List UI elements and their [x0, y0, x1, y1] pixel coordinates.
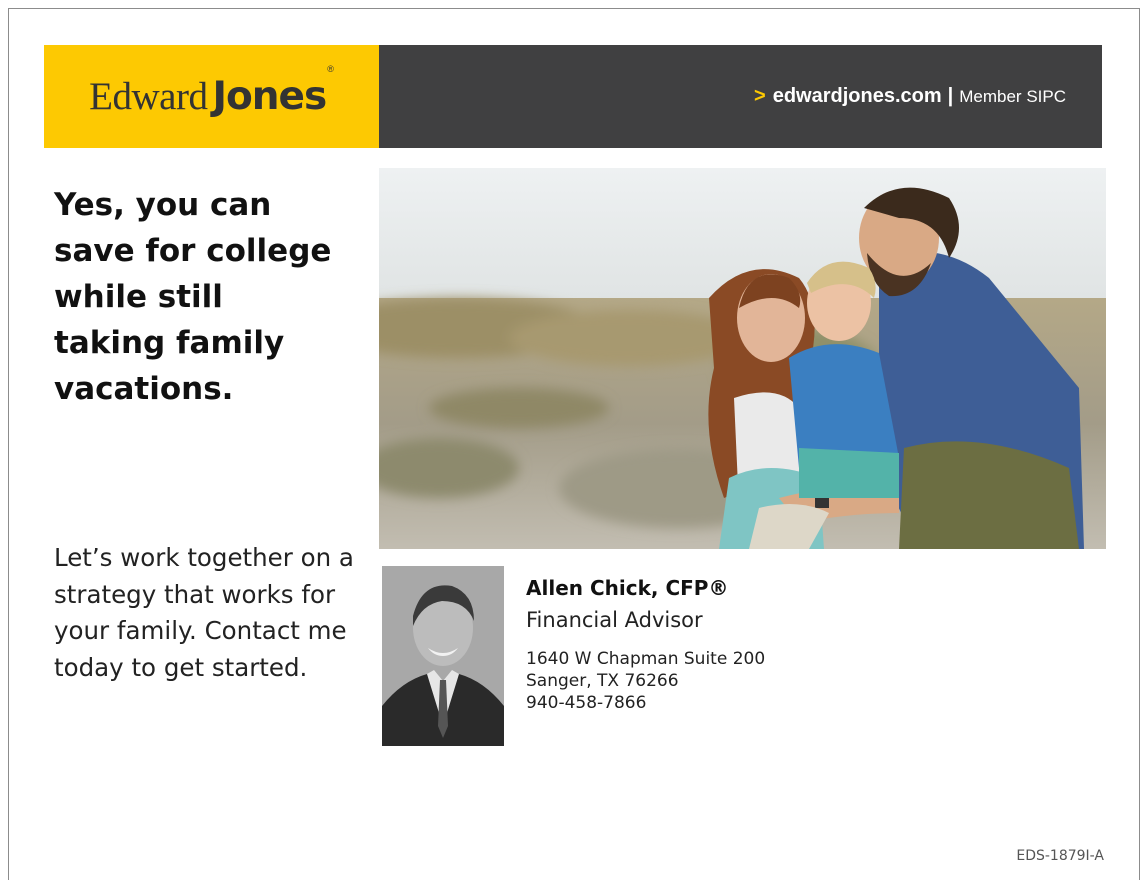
advisor-headshot	[382, 566, 504, 746]
advisor-info: Allen Chick, CFP® Financial Advisor 1640…	[526, 574, 926, 714]
member-sipc: Member SIPC	[959, 86, 1066, 106]
family-photo	[379, 168, 1106, 549]
header-bar: > edwardjones.com | Member SIPC	[379, 45, 1102, 148]
headline: Yes, you can save for college while stil…	[54, 187, 332, 407]
logo-wordmark: Edward Jones®	[89, 64, 334, 119]
website-link[interactable]: edwardjones.com	[773, 85, 942, 108]
advisor-phone[interactable]: 940-458-7866	[526, 692, 926, 714]
family-photo-illustration	[379, 168, 1106, 549]
logo-registered-mark: ®	[327, 64, 334, 74]
headshot-illustration	[382, 566, 504, 746]
logo-jones: Jones	[212, 74, 327, 119]
body-copy: Let’s work together on a strategy that w…	[54, 543, 354, 682]
address-line-1: 1640 W Chapman Suite 200	[526, 649, 766, 669]
advisor-name: Allen Chick, CFP®	[526, 576, 729, 600]
address-line-2: Sanger, TX 76266	[526, 671, 679, 691]
header-separator: |	[947, 85, 954, 107]
header: Edward Jones® > edwardjones.com | Member …	[44, 45, 1102, 148]
advisor-address: 1640 W Chapman Suite 200 Sanger, TX 7626…	[526, 648, 926, 714]
advisor-title: Financial Advisor	[526, 608, 703, 632]
edward-jones-logo: Edward Jones®	[44, 45, 379, 148]
document-code: EDS-1879I-A	[1016, 848, 1104, 864]
arrow-icon: >	[754, 85, 766, 107]
logo-edward: Edward	[89, 75, 208, 118]
